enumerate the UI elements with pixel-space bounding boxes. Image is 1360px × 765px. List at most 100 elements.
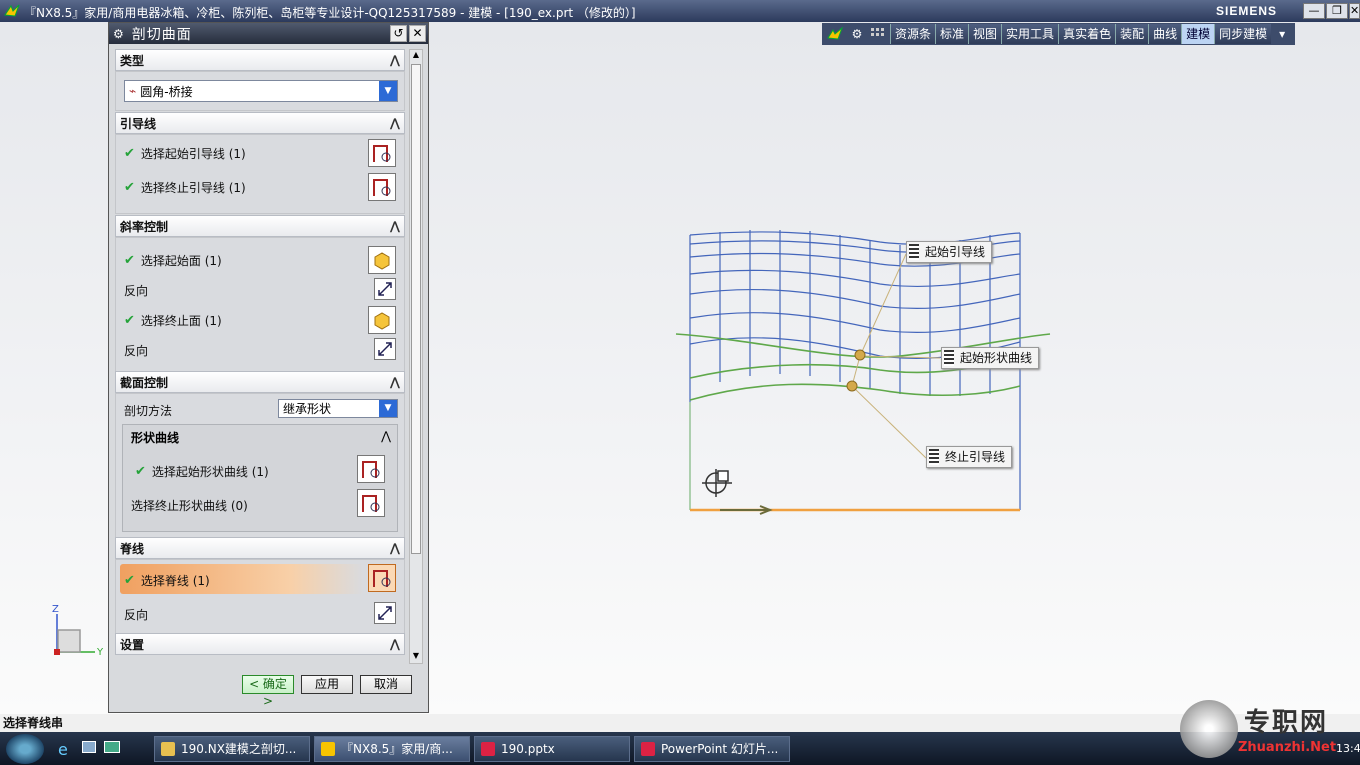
check-icon: ✔ — [124, 146, 135, 161]
section-type-header[interactable]: 类型 ⋀ — [115, 49, 405, 71]
tab-assembly[interactable]: 装配 — [1115, 24, 1149, 44]
reverse-row: 反向 — [124, 282, 148, 299]
method-value: 继承形状 — [283, 402, 332, 416]
gear-icon[interactable]: ⚙ — [846, 24, 868, 44]
tab-true-shading[interactable]: 真实着色 — [1058, 24, 1116, 44]
select-end-face-row[interactable]: ✔ 选择终止面 (1) — [124, 312, 222, 329]
nx-logo-icon — [4, 4, 20, 17]
explorer-icon[interactable] — [82, 741, 96, 753]
shape-curve-group: 形状曲线 ⋀ ✔ 选择起始形状曲线 (1) 选择终止形状曲线 (0) — [122, 424, 398, 532]
label-start-shape-curve[interactable]: 起始形状曲线 — [941, 347, 1040, 369]
shape-curve-label: 形状曲线 — [131, 431, 180, 445]
start-button-icon[interactable] — [6, 734, 44, 764]
select-end-guide-row[interactable]: ✔ 选择终止引导线 (1) — [124, 179, 246, 196]
tab-curve[interactable]: 曲线 — [1148, 24, 1182, 44]
gear-icon[interactable]: ⚙ — [113, 27, 124, 41]
axis-y-label: Y — [97, 647, 104, 658]
label-start-guide[interactable]: 起始引导线 — [906, 241, 993, 263]
reverse-direction-icon[interactable] — [374, 278, 396, 300]
method-select[interactable]: 继承形状 ▼ — [278, 399, 398, 418]
reverse-row: 反向 — [124, 606, 148, 623]
spine-label: 选择脊线 (1) — [140, 574, 210, 588]
clock: 13:4 — [1336, 742, 1360, 755]
curve-select-icon[interactable] — [368, 173, 396, 201]
section-settings-label: 设置 — [120, 637, 145, 652]
section-guide-header[interactable]: 引导线 ⋀ — [115, 112, 405, 134]
task-label: PowerPoint 幻灯片... — [661, 742, 779, 756]
face-select-icon[interactable] — [368, 246, 396, 274]
chevron-up-icon: ⋀ — [389, 637, 400, 651]
curve-select-icon[interactable] — [357, 489, 385, 517]
reverse-direction-icon[interactable] — [374, 602, 396, 624]
cancel-button[interactable]: 取消 — [360, 675, 412, 694]
section-slope-header[interactable]: 斜率控制 ⋀ — [115, 215, 405, 237]
tab-sync-modeling[interactable]: 同步建模 — [1214, 24, 1272, 44]
task-item-pptx[interactable]: 190.pptx — [474, 736, 630, 762]
select-spine-row[interactable]: ✔ 选择脊线 (1) — [124, 572, 210, 589]
start-shape-label: 选择起始形状曲线 (1) — [151, 465, 269, 479]
label-end-guide[interactable]: 终止引导线 — [926, 446, 1013, 468]
method-row: 剖切方法 — [124, 402, 172, 419]
chevron-up-icon[interactable]: ⋀ — [381, 429, 391, 443]
dialog-scrollbar[interactable]: ▲ ▼ — [409, 49, 423, 664]
task-label: 190.pptx — [501, 742, 555, 756]
chevron-up-icon: ⋀ — [389, 375, 400, 389]
grid-icon[interactable] — [868, 24, 890, 44]
reverse-direction-icon[interactable] — [374, 338, 396, 360]
watermark-text: 专职网 — [1244, 708, 1329, 738]
end-shape-label: 选择终止形状曲线 (0) — [131, 499, 248, 513]
folder-icon — [161, 742, 175, 756]
close-icon[interactable]: ✕ — [409, 25, 426, 42]
chevron-down-icon[interactable]: ▾ — [1271, 24, 1293, 44]
tab-view[interactable]: 视图 — [968, 24, 1002, 44]
task-item-slideshow[interactable]: PowerPoint 幻灯片... — [634, 736, 790, 762]
tab-modeling[interactable]: 建模 — [1181, 24, 1215, 44]
start-face-label: 选择起始面 (1) — [140, 254, 222, 268]
tab-resource-bar[interactable]: 资源条 — [890, 24, 936, 44]
select-start-guide-row[interactable]: ✔ 选择起始引导线 (1) — [124, 145, 246, 162]
ok-button[interactable]: < 确定 > — [242, 675, 294, 708]
reverse-label: 反向 — [124, 284, 149, 298]
ie-icon[interactable]: e — [58, 740, 68, 759]
curve-select-icon[interactable] — [368, 564, 396, 592]
reverse-row: 反向 — [124, 342, 148, 359]
window-title: 『NX8.5』家用/商用电器冰箱、冷柜、陈列柜、岛柜等专业设计-QQ125317… — [24, 6, 636, 20]
select-end-shape-row[interactable]: 选择终止形状曲线 (0) — [131, 497, 248, 514]
method-label: 剖切方法 — [124, 404, 173, 418]
scrollbar-thumb[interactable] — [411, 64, 421, 554]
type-select[interactable]: ⌁ 圆角-桥接 ▼ — [124, 80, 398, 102]
minimize-button[interactable]: — — [1303, 3, 1325, 19]
section-spine-header[interactable]: 脊线 ⋀ — [115, 537, 405, 559]
section-control-body: 剖切方法 继承形状 ▼ 形状曲线 ⋀ ✔ 选择起始形状曲线 (1) 选择终止形状曲… — [115, 393, 405, 539]
task-item-folder[interactable]: 190.NX建模之剖切... — [154, 736, 310, 762]
desktop-icon[interactable] — [104, 741, 120, 753]
axis-z-label: Z — [52, 604, 59, 615]
close-window-button[interactable]: ✕ — [1349, 3, 1360, 19]
section-settings-header[interactable]: 设置 ⋀ — [115, 633, 405, 655]
section-control-label: 截面控制 — [120, 375, 169, 390]
tab-utilities[interactable]: 实用工具 — [1001, 24, 1059, 44]
curve-select-icon[interactable] — [357, 455, 385, 483]
reset-icon[interactable]: ↺ — [390, 25, 407, 42]
window-titlebar: 『NX8.5』家用/商用电器冰箱、冷柜、陈列柜、岛柜等专业设计-QQ125317… — [0, 0, 1360, 22]
apply-button[interactable]: 应用 — [301, 675, 353, 694]
section-slope-label: 斜率控制 — [120, 219, 169, 234]
section-type-body: ⌁ 圆角-桥接 ▼ — [115, 71, 405, 111]
task-label: 『NX8.5』家用/商... — [341, 742, 453, 756]
fillet-bridge-icon: ⌁ — [129, 84, 137, 98]
scroll-up-icon[interactable]: ▲ — [411, 50, 421, 62]
scroll-down-icon[interactable]: ▼ — [411, 651, 421, 663]
section-surface-dialog: ⚙ 剖切曲面 ↺ ✕ 类型 ⋀ ⌁ 圆角-桥接 ▼ 引导线 ⋀ ✔ 选择起始引导线 (… — [108, 22, 429, 713]
tab-standard[interactable]: 标准 — [935, 24, 969, 44]
task-item-nx[interactable]: 『NX8.5』家用/商... — [314, 736, 470, 762]
curve-select-icon[interactable] — [368, 139, 396, 167]
ribbon-toolbar: ⚙ 资源条 标准 视图 实用工具 真实着色 装配 曲线 建模 同步建模 ▾ — [822, 23, 1296, 45]
face-select-icon[interactable] — [368, 306, 396, 334]
select-start-face-row[interactable]: ✔ 选择起始面 (1) — [124, 252, 222, 269]
restore-button[interactable]: ❐ — [1326, 3, 1348, 19]
direction-arrow — [720, 505, 773, 515]
select-start-shape-row[interactable]: ✔ 选择起始形状曲线 (1) — [135, 463, 269, 480]
nx-menu-icon[interactable] — [824, 24, 846, 44]
section-spine-label: 脊线 — [120, 541, 145, 556]
section-control-header[interactable]: 截面控制 ⋀ — [115, 371, 405, 393]
